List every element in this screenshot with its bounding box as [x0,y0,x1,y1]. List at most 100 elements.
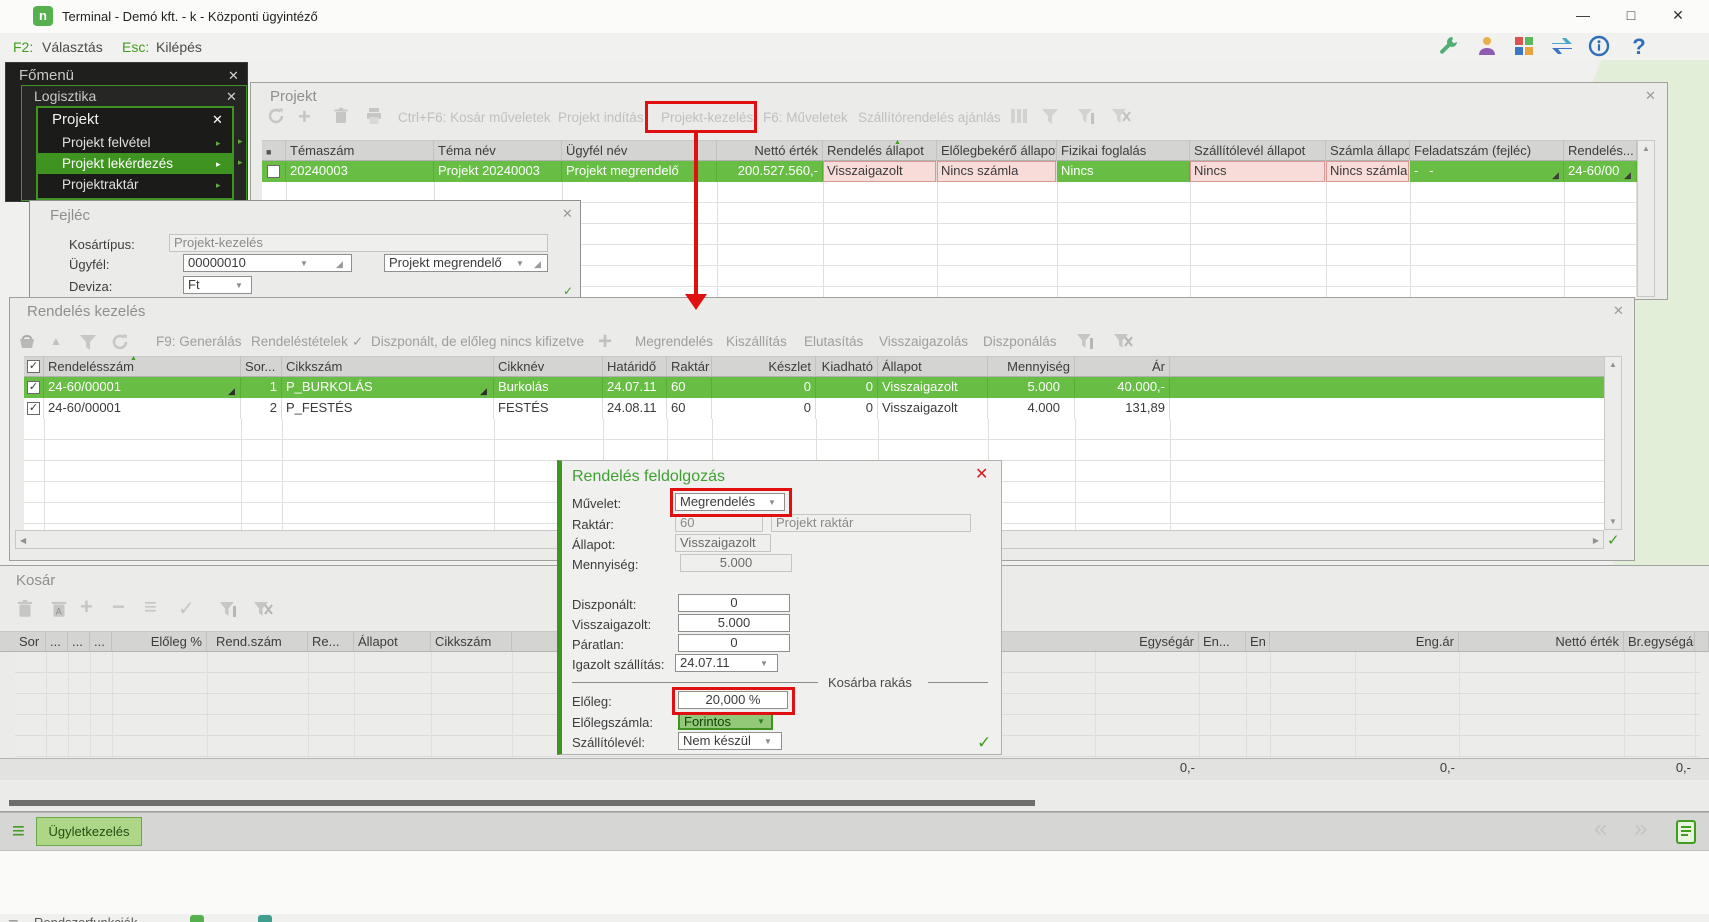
menu-f2-label[interactable]: Választás [42,39,103,55]
settings-wrench-icon[interactable] [1437,34,1467,59]
kosar-col-en1[interactable]: En... [1199,631,1246,652]
delete-all-trash-icon[interactable]: A [48,598,70,620]
filter-icon[interactable] [78,332,98,352]
paratlan-field[interactable]: 0 [678,634,790,652]
projekt-col-rendeles[interactable]: Rendelés... [1564,140,1637,161]
kosar-col-sor[interactable]: Sor [15,631,46,652]
fejlec-confirm-check-icon[interactable]: ✓ [563,284,573,298]
kosar-col-dots3[interactable]: ... [90,631,112,652]
modules-grid-icon[interactable] [1512,34,1542,59]
projekt-col-szamlaallapot[interactable]: Számla állapot [1326,140,1410,161]
kosar-col-en2[interactable]: En [1246,631,1270,652]
menu-item-projekt-felvetel[interactable]: Projekt felvétel [38,132,232,153]
help-icon[interactable]: ? [1624,34,1654,59]
rendeles-row1-raktar[interactable]: 60 [667,377,712,398]
dialog-confirm-check-icon[interactable]: ✓ [977,733,991,753]
projekt-inditas-button[interactable]: Projekt indítás [558,110,644,125]
projekt-col-nettoertek[interactable]: Nettó érték [717,140,823,161]
diszponalt-field[interactable]: 0 [678,594,790,612]
projekt-col-elolegbekero[interactable]: Előlegbekérő állapot [937,140,1057,161]
menu-f2-key[interactable]: F2: [13,39,33,55]
kosar-hscrollbar-thumb[interactable] [9,800,1035,806]
rendeles-row2-allapot[interactable]: Visszaigazolt [878,398,988,419]
rendeles-col-cikkszam[interactable]: Cikkszám [282,356,494,377]
rendeles-select-all-checkbox[interactable]: ✓ [27,360,40,373]
user-icon[interactable] [1475,34,1505,59]
filter-clear-icon[interactable] [252,599,274,619]
kiszallitas-button[interactable]: Kiszállítás [726,334,787,349]
confirm-icon[interactable]: ✓ [178,596,195,621]
projekt-row-fizikaifoglalas[interactable]: Nincs [1057,161,1190,182]
projekt-row-temanev[interactable]: Projekt 20240003 [434,161,562,182]
minimize-button[interactable]: — [1568,7,1598,23]
rendeles-row2-mennyiseg[interactable]: 4.000 [988,398,1075,419]
kosar-col-dots1[interactable]: ... [46,631,68,652]
add-icon[interactable]: + [598,328,612,356]
rendeles-col-hatarido[interactable]: Határidő [603,356,667,377]
close-button[interactable]: ✕ [1663,7,1693,24]
rendeles-col-sor[interactable]: Sor... [241,356,282,377]
rendeles-col-rendelesszam[interactable]: Rendelésszám [44,356,241,377]
kosar-col-re[interactable]: Re... [308,631,354,652]
scroll-up-icon[interactable]: ▲ [1642,144,1650,153]
kosar-col-dots2[interactable]: ... [68,631,90,652]
projekt-row-temaszam[interactable]: 20240003 [286,161,434,182]
projekt-col-fizikaifoglalas[interactable]: Fizikai foglalás [1057,140,1190,161]
rendeles-row2-raktar[interactable]: 60 [667,398,712,419]
filter-clear-icon[interactable] [1110,106,1132,126]
rendeles-row1-kiadhato[interactable]: 0 [816,377,878,398]
elutasitas-button[interactable]: Elutasítás [804,334,863,349]
filter-clear-icon[interactable] [1112,331,1134,351]
kosar-col-cikkszam[interactable]: Cikkszám [431,631,512,652]
rendeles-col-ar[interactable]: Ár [1075,356,1170,377]
add-icon[interactable]: + [80,594,93,620]
kosar-muveletek-button[interactable]: Ctrl+F6: Kosár műveletek [398,110,551,125]
rendszerfunkciok-label[interactable]: Rendszerfunkciók [34,915,137,922]
projekt-col-temanev[interactable]: Téma név [434,140,562,161]
filter-icon[interactable] [1040,106,1060,126]
scroll-right-icon[interactable]: ▶ [1593,536,1599,545]
menu-esc-key[interactable]: Esc: [122,39,149,55]
rendeles-row2-checkbox[interactable]: ✓ [27,402,40,415]
rendeles-row1-ar[interactable]: 40.000,- [1075,377,1170,398]
projekt-col-temaszam[interactable]: Témaszám [286,140,434,161]
rendeles-row1-keszlet[interactable]: 0 [712,377,816,398]
rendeles-col-allapot[interactable]: Állapot [878,356,988,377]
dropdown-icon[interactable]: ▼ [764,737,772,746]
rendeles-row1-cikkszam[interactable]: P_BURKOLÁS [282,377,494,398]
remove-icon[interactable]: − [112,594,125,620]
rendeles-confirm-check-icon[interactable]: ✓ [1607,531,1620,549]
rendeles-col-kiadhato[interactable]: Kiadható [816,356,878,377]
rendeles-row1-cikknev[interactable]: Burkolás [494,377,603,398]
scroll-up-icon[interactable]: ▲ [1609,360,1617,369]
kosar-col-eloleg[interactable]: Előleg % [112,631,207,652]
switch-arrows-icon[interactable] [1549,34,1579,59]
projekt-col-szallitolevel[interactable]: Szállítólevél állapot [1190,140,1326,161]
rendeles-row1-checkbox[interactable]: ✓ [27,381,40,394]
dropdown-icon[interactable]: ▼ [516,259,524,268]
rendeles-col-cikknev[interactable]: Cikknév [494,356,603,377]
filter-edit-icon[interactable] [1075,331,1097,351]
diszponalt-eloleg-button[interactable]: Diszponált, de előleg nincs kifizetve [371,334,584,349]
basket-icon[interactable] [16,330,38,352]
scroll-down-icon[interactable]: ▼ [1609,517,1617,526]
delete-trash-icon[interactable] [331,106,351,126]
document-icon[interactable] [1674,819,1698,845]
menu-group-close-icon[interactable]: ✕ [226,89,237,105]
dropdown-icon[interactable]: ▼ [760,659,768,668]
scroll-left-icon[interactable]: ◀ [20,536,26,545]
rendeles-panel-close-icon[interactable]: ✕ [1613,303,1624,319]
taskbar-app-icon[interactable] [190,915,204,922]
filter-edit-icon[interactable] [218,599,240,619]
info-icon[interactable] [1587,34,1617,59]
diszponalas-button[interactable]: Diszponálás [983,334,1057,349]
move-up-icon[interactable]: ▲ [50,334,62,348]
kosar-col-engar[interactable]: Eng.ár [1355,631,1459,652]
projekt-panel-close-icon[interactable]: ✕ [1645,88,1656,104]
dialog-close-icon[interactable]: ✕ [975,464,988,484]
hamburger-menu-icon[interactable]: ≡ [12,818,25,844]
kosar-col-allapot[interactable]: Állapot [354,631,431,652]
projekt-vscrollbar[interactable]: ▲ [1637,140,1655,297]
projekt-col-feladatszam[interactable]: Feladatszám (fejléc) [1410,140,1564,161]
rendeles-row1-sor[interactable]: 1 [241,377,282,398]
